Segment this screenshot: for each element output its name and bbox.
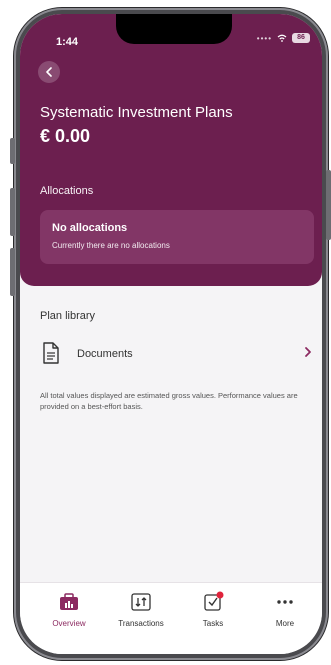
allocations-heading: Allocations	[40, 185, 94, 197]
tab-transactions-label: Transactions	[118, 619, 164, 628]
more-dots-icon	[277, 600, 293, 604]
tab-more[interactable]: More	[250, 591, 320, 628]
back-button[interactable]	[38, 61, 60, 83]
phone-volume-up	[10, 188, 15, 236]
document-icon	[43, 342, 59, 364]
tab-more-label: More	[275, 619, 295, 628]
plan-library-heading: Plan library	[40, 310, 96, 322]
tab-overview-label: Overview	[52, 619, 86, 628]
battery-icon: 86	[292, 33, 310, 43]
briefcase-chart-icon	[60, 593, 78, 610]
tasks-badge	[216, 591, 224, 599]
allocations-empty-subtitle: Currently there are no allocations	[52, 241, 170, 250]
signal-icon: ••••	[256, 33, 272, 43]
allocations-card: No allocations Currently there are no al…	[40, 210, 314, 264]
page-title: Systematic Investment Plans	[40, 104, 233, 121]
tab-tasks[interactable]: Tasks	[178, 591, 248, 628]
allocations-empty-title: No allocations	[52, 222, 128, 234]
chevron-right-icon	[305, 347, 311, 357]
phone-power-button	[326, 170, 331, 240]
documents-label: Documents	[77, 348, 133, 360]
transfer-icon	[131, 593, 151, 611]
app-screen: 1:44 •••• 86 Systematic Investment Plans…	[20, 14, 322, 654]
tasks-checkbox-icon	[204, 591, 224, 611]
phone-volume-down	[10, 248, 15, 296]
bottom-tab-bar: Overview Transactions Tasks More	[20, 582, 322, 654]
status-bar: 1:44 •••• 86	[20, 14, 322, 58]
tab-transactions[interactable]: Transactions	[106, 591, 176, 628]
chevron-left-icon	[46, 67, 52, 77]
disclaimer-text: All total values displayed are estimated…	[40, 391, 298, 411]
notch	[116, 14, 232, 44]
phone-silent-switch	[10, 138, 15, 164]
wifi-icon	[277, 34, 287, 42]
status-time: 1:44	[56, 36, 79, 48]
tab-overview[interactable]: Overview	[34, 591, 104, 628]
documents-row[interactable]: Documents	[20, 336, 322, 372]
plan-header: 1:44 •••• 86 Systematic Investment Plans…	[20, 14, 322, 286]
status-icons: •••• 86	[257, 33, 310, 43]
total-amount: € 0.00	[40, 126, 91, 146]
tab-tasks-label: Tasks	[202, 619, 224, 628]
